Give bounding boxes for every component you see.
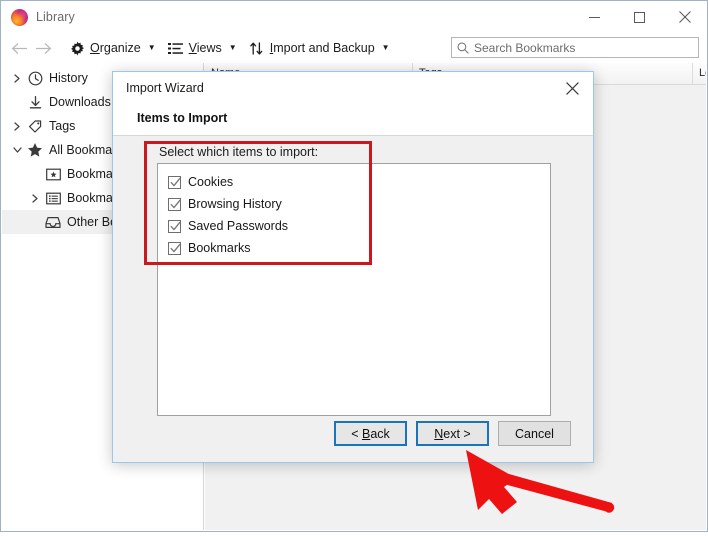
toolbar-button-import-and-backup[interactable]: Import and Backup ▼	[244, 36, 395, 60]
checkbox-saved-passwords[interactable]	[168, 219, 181, 233]
back-button-label: < Back	[351, 426, 390, 441]
window-controls	[572, 1, 707, 33]
back-arrow-icon[interactable]	[8, 37, 30, 59]
toolbar-button-views[interactable]: Views ▼	[163, 36, 242, 60]
gear-icon	[69, 40, 85, 56]
bookmarks-toolbar-icon	[44, 165, 62, 183]
download-icon	[26, 93, 44, 111]
list-view-icon	[168, 40, 184, 56]
checkbox-label: Bookmarks	[188, 241, 251, 255]
bookmarks-menu-icon	[44, 189, 62, 207]
dialog-button-row: < Back Next > Cancel	[113, 421, 593, 446]
checkbox-cookies[interactable]	[168, 175, 181, 189]
dialog-title: Import Wizard	[126, 81, 204, 95]
chevron-right-icon[interactable]	[8, 114, 26, 138]
window-titlebar: Library	[1, 1, 707, 34]
checkbox-row-cookies[interactable]: Cookies	[168, 171, 550, 193]
titlebar-left-group: Library	[11, 1, 75, 33]
import-export-icon	[249, 40, 265, 56]
tag-icon	[26, 117, 44, 135]
toolbar-label-views: Views	[188, 41, 222, 55]
search-placeholder-text: Search Bookmarks	[474, 40, 576, 55]
close-icon[interactable]	[551, 72, 593, 105]
checkbox-row-saved-passwords[interactable]: Saved Passwords	[168, 215, 550, 237]
checkbox-row-bookmarks[interactable]: Bookmarks	[168, 237, 550, 259]
checkbox-label: Browsing History	[188, 197, 282, 211]
toolbar-button-organize[interactable]: Organize ▼	[64, 36, 161, 60]
chevron-right-icon[interactable]	[26, 186, 44, 210]
clock-icon	[26, 69, 44, 87]
dialog-body: Select which items to import: Cookies Br…	[113, 136, 593, 462]
toolbar-label-import-and-backup: Import and Backup	[269, 41, 375, 55]
checkbox-row-browsing-history[interactable]: Browsing History	[168, 193, 550, 215]
minimize-icon[interactable]	[572, 1, 617, 33]
firefox-logo-icon	[11, 8, 28, 26]
import-items-listbox: Cookies Browsing History Saved Passwords	[157, 163, 551, 416]
chevron-down-icon: ▼	[147, 43, 156, 52]
toolbar-label-organize: Organize	[90, 41, 141, 55]
star-icon	[26, 141, 44, 159]
checkbox-label: Saved Passwords	[188, 219, 289, 233]
checkbox-bookmarks[interactable]	[168, 241, 181, 255]
checkbox-label: Cookies	[188, 175, 234, 189]
window-title: Library	[36, 10, 75, 24]
dialog-header-title: Items to Import	[137, 111, 228, 125]
cancel-button-label: Cancel	[515, 426, 554, 441]
column-header-location[interactable]: Location	[693, 63, 706, 84]
sidebar-label: Tags	[49, 119, 76, 133]
chevron-down-icon[interactable]	[8, 138, 26, 162]
import-items-group-label: Select which items to import:	[159, 145, 319, 159]
sidebar-label: Downloads	[49, 95, 111, 109]
other-bookmarks-icon	[44, 213, 62, 231]
search-bookmarks-input[interactable]: Search Bookmarks	[451, 37, 699, 58]
cancel-button[interactable]: Cancel	[498, 421, 571, 446]
close-icon[interactable]	[662, 1, 707, 33]
checkbox-browsing-history[interactable]	[168, 197, 181, 211]
search-icon	[457, 42, 469, 54]
import-items-group: Select which items to import: Cookies Br…	[157, 145, 551, 416]
chevron-down-icon: ▼	[381, 43, 390, 52]
import-wizard-dialog: Import Wizard Items to Import Select whi…	[112, 71, 594, 463]
forward-arrow-icon[interactable]	[32, 37, 54, 59]
dialog-header: Items to Import	[113, 105, 593, 136]
next-button-label: Next >	[434, 426, 471, 441]
maximize-icon[interactable]	[617, 1, 662, 33]
screenshot-root: Library Organize ▼ Views ▼ Import and Ba…	[0, 0, 708, 536]
chevron-right-icon[interactable]	[8, 66, 26, 90]
sidebar-label: History	[49, 71, 88, 85]
chevron-down-icon: ▼	[228, 43, 237, 52]
next-button[interactable]: Next >	[416, 421, 489, 446]
back-button[interactable]: < Back	[334, 421, 407, 446]
dialog-titlebar: Import Wizard	[113, 72, 593, 105]
